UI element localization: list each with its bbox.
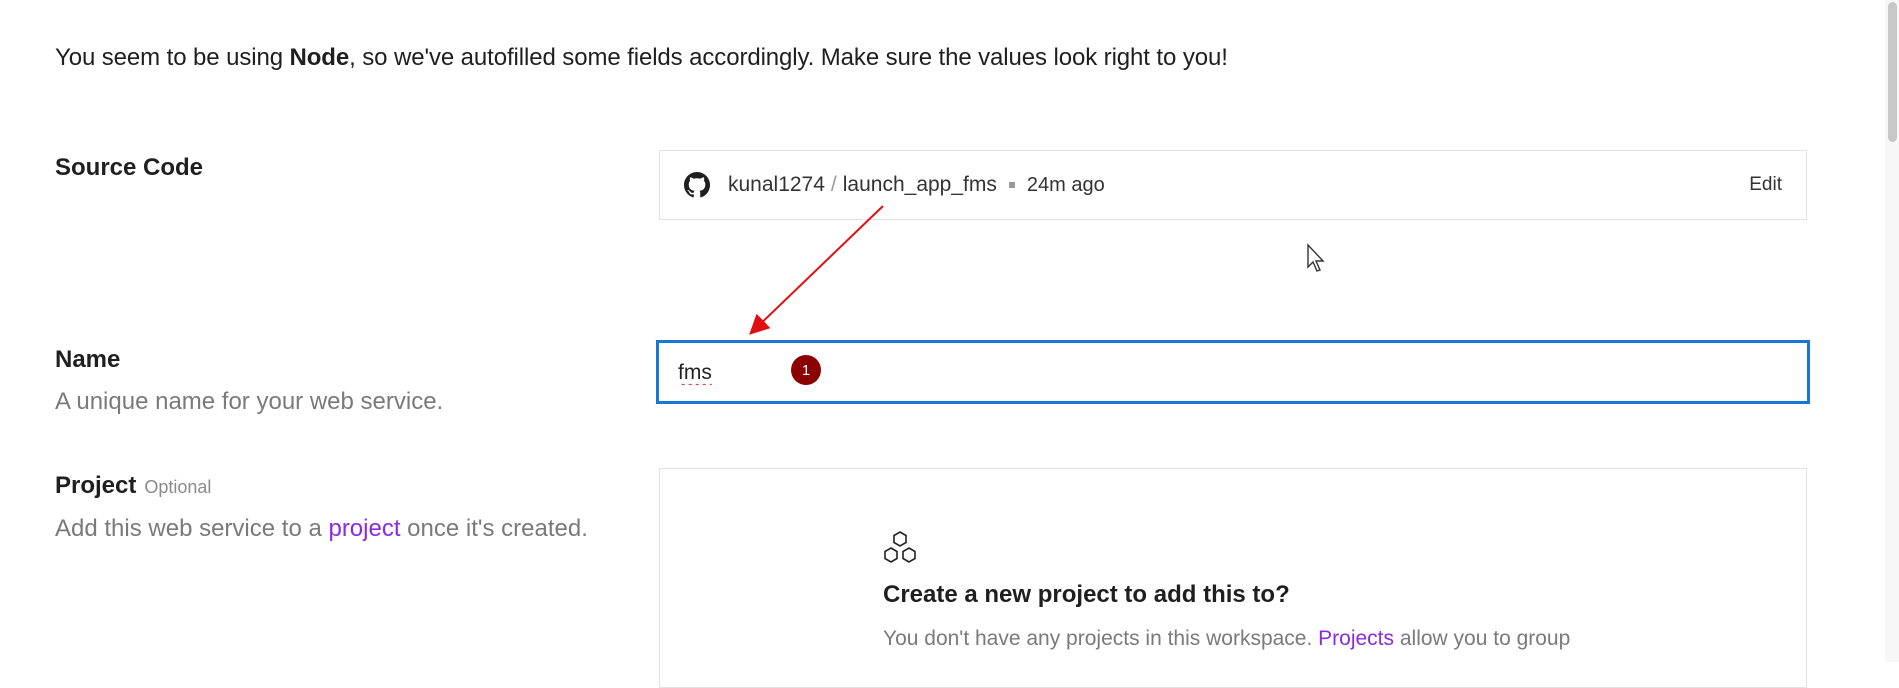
repo-path[interactable]: kunal1274/launch_app_fms (728, 173, 997, 197)
hexagons-icon (882, 530, 918, 566)
name-input[interactable] (678, 358, 1378, 388)
name-help: A unique name for your web service. (55, 388, 444, 415)
page-scrollbar[interactable] (1885, 0, 1899, 662)
scrollbar-thumb[interactable] (1888, 2, 1897, 142)
project-help-prefix: Add this web service to a (55, 515, 329, 542)
name-label: Name (55, 346, 121, 373)
notice-suffix: , so we've autofilled some fields accord… (349, 44, 1228, 71)
source-code-label: Source Code (55, 154, 204, 181)
empty-state-description: You don't have any projects in this work… (883, 627, 1570, 651)
updated-time: 24m ago (1026, 173, 1105, 196)
project-label: Project Optional (55, 472, 211, 500)
repo-name: launch_app_fms (842, 173, 997, 196)
step-annotation-badge: 1 (791, 355, 821, 385)
optional-tag: Optional (144, 477, 212, 497)
separator-dot (1008, 182, 1015, 188)
empty-desc-prefix: You don't have any projects in this work… (883, 627, 1319, 650)
project-help-suffix: once it's created. (400, 515, 588, 542)
notice-prefix: You seem to be using (55, 44, 290, 71)
project-help: Add this web service to a project once i… (55, 515, 588, 543)
github-icon (684, 172, 710, 198)
edit-source-button[interactable]: Edit (1749, 174, 1782, 196)
source-code-box: kunal1274/launch_app_fms 24m ago Edit (659, 150, 1807, 220)
project-link[interactable]: project (328, 515, 400, 542)
project-empty-state (659, 468, 1807, 688)
mouse-cursor-icon (1306, 243, 1328, 273)
autofill-notice: You seem to be using Node, so we've auto… (55, 44, 1228, 72)
empty-state-title: Create a new project to add this to? (883, 581, 1290, 608)
repo-separator: / (830, 173, 837, 196)
empty-desc-suffix: allow you to group (1394, 627, 1571, 650)
runtime-name: Node (289, 44, 350, 71)
project-label-text: Project (55, 472, 137, 499)
projects-link[interactable]: Projects (1318, 627, 1394, 650)
name-field-container (656, 340, 1810, 404)
repo-owner: kunal1274 (728, 173, 825, 196)
